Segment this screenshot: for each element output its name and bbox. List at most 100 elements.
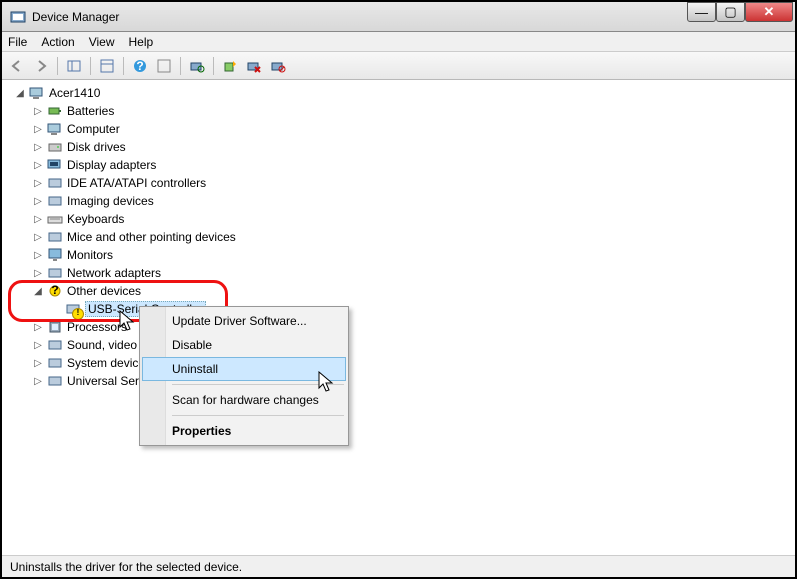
- ctx-separator: [172, 384, 344, 385]
- maximize-button[interactable]: ▢: [716, 2, 745, 22]
- expand-icon[interactable]: ▷: [32, 339, 44, 351]
- expand-icon[interactable]: ◢: [32, 285, 44, 297]
- expand-icon[interactable]: ▷: [32, 267, 44, 279]
- menu-view[interactable]: View: [89, 35, 115, 49]
- show-hide-button[interactable]: [63, 55, 85, 77]
- ctx-properties[interactable]: Properties: [142, 419, 346, 443]
- device-icon: [65, 301, 81, 317]
- category-icon: [47, 175, 63, 191]
- tree-root[interactable]: ◢ Acer1410: [2, 84, 795, 102]
- category-icon: [47, 139, 63, 155]
- tree-category[interactable]: ▷ Imaging devices: [2, 192, 795, 210]
- tree-category[interactable]: ▷Monitors: [2, 246, 795, 264]
- category-label: Processors: [67, 320, 127, 334]
- tree-category[interactable]: ▷ Keyboards: [2, 210, 795, 228]
- update-driver-button[interactable]: [219, 55, 241, 77]
- category-label: IDE ATA/ATAPI controllers: [67, 176, 206, 190]
- category-icon: [47, 157, 63, 173]
- expand-icon[interactable]: ▷: [32, 357, 44, 369]
- expand-icon[interactable]: ▷: [32, 375, 44, 387]
- expand-icon[interactable]: ▷: [32, 177, 44, 189]
- expand-icon[interactable]: ▷: [32, 213, 44, 225]
- category-icon: [47, 265, 63, 281]
- category-label: Imaging devices: [67, 194, 154, 208]
- expand-icon[interactable]: ▷: [32, 195, 44, 207]
- ctx-separator: [172, 415, 344, 416]
- expand-icon[interactable]: ◢: [14, 87, 26, 99]
- category-label: Network adapters: [67, 266, 161, 280]
- expand-icon[interactable]: ▷: [32, 159, 44, 171]
- help-button[interactable]: ?: [129, 55, 151, 77]
- status-text: Uninstalls the driver for the selected d…: [10, 560, 242, 574]
- category-icon: [47, 319, 63, 335]
- uninstall-button[interactable]: [243, 55, 265, 77]
- category-icon: [47, 337, 63, 353]
- forward-button[interactable]: [30, 55, 52, 77]
- close-button[interactable]: ✕: [745, 2, 793, 22]
- category-icon: [47, 247, 63, 263]
- back-button[interactable]: [6, 55, 28, 77]
- tree-category[interactable]: ▷ Processors: [2, 318, 795, 336]
- category-label: Computer: [67, 122, 120, 136]
- category-label: Keyboards: [67, 212, 124, 226]
- status-bar: Uninstalls the driver for the selected d…: [2, 555, 795, 577]
- category-icon: [47, 355, 63, 371]
- disable-button[interactable]: [267, 55, 289, 77]
- ctx-uninstall[interactable]: Uninstall: [142, 357, 346, 381]
- ctx-item-label: Properties: [172, 424, 231, 438]
- expand-icon[interactable]: ▷: [32, 231, 44, 243]
- properties-button[interactable]: [96, 55, 118, 77]
- category-icon: [47, 373, 63, 389]
- tree-category[interactable]: ▷ IDE ATA/ATAPI controllers: [2, 174, 795, 192]
- tree-category[interactable]: ▷ Computer: [2, 120, 795, 138]
- category-icon: [47, 211, 63, 227]
- menu-help[interactable]: Help: [129, 35, 154, 49]
- ctx-item-label: Scan for hardware changes: [172, 393, 319, 407]
- root-label: Acer1410: [49, 86, 100, 100]
- svg-text:?: ?: [136, 59, 143, 73]
- device-tree[interactable]: ◢ Acer1410 ▷ Batteries ▷ Computer ▷ Disk driv…: [2, 80, 795, 555]
- category-icon: [47, 193, 63, 209]
- tree-category[interactable]: ▷Sound, video and game controllers: [2, 336, 795, 354]
- action-button[interactable]: [153, 55, 175, 77]
- ctx-update-driver[interactable]: Update Driver Software...: [142, 309, 346, 333]
- tree-category[interactable]: ◢? Other devices: [2, 282, 795, 300]
- window-title: Device Manager: [32, 10, 795, 24]
- title-bar: Device Manager — ▢ ✕: [2, 2, 795, 32]
- menu-action[interactable]: Action: [41, 35, 74, 49]
- svg-text:?: ?: [51, 283, 58, 297]
- tree-category[interactable]: ▷ Disk drives: [2, 138, 795, 156]
- computer-icon: [29, 85, 45, 101]
- tree-category[interactable]: ▷Universal Serial Bus controllers: [2, 372, 795, 390]
- menu-file[interactable]: File: [8, 35, 27, 49]
- ctx-item-label: Update Driver Software...: [172, 314, 307, 328]
- expand-icon[interactable]: ▷: [32, 321, 44, 333]
- category-label: Other devices: [67, 284, 141, 298]
- category-icon: [47, 229, 63, 245]
- expand-icon[interactable]: ▷: [32, 249, 44, 261]
- context-menu: Update Driver Software... Disable Uninst…: [139, 306, 349, 446]
- tree-category[interactable]: ▷ Batteries: [2, 102, 795, 120]
- category-label: Batteries: [67, 104, 114, 118]
- category-label: Mice and other pointing devices: [67, 230, 236, 244]
- tree-category[interactable]: ▷System devices: [2, 354, 795, 372]
- expand-icon[interactable]: ▷: [32, 105, 44, 117]
- category-icon: [47, 103, 63, 119]
- category-label: Disk drives: [67, 140, 126, 154]
- ctx-disable[interactable]: Disable: [142, 333, 346, 357]
- scan-button[interactable]: [186, 55, 208, 77]
- category-label: Display adapters: [67, 158, 156, 172]
- expand-icon[interactable]: ▷: [32, 123, 44, 135]
- expand-icon[interactable]: ▷: [32, 141, 44, 153]
- tree-category[interactable]: ▷ Mice and other pointing devices: [2, 228, 795, 246]
- ctx-item-label: Uninstall: [172, 362, 218, 376]
- ctx-scan-hardware[interactable]: Scan for hardware changes: [142, 388, 346, 412]
- category-icon: [47, 121, 63, 137]
- menu-bar: File Action View Help: [2, 32, 795, 52]
- ctx-item-label: Disable: [172, 338, 212, 352]
- tree-device[interactable]: USB-Serial Controller: [2, 300, 795, 318]
- minimize-button[interactable]: —: [687, 2, 716, 22]
- toolbar: ?: [2, 52, 795, 80]
- tree-category[interactable]: ▷ Network adapters: [2, 264, 795, 282]
- tree-category[interactable]: ▷ Display adapters: [2, 156, 795, 174]
